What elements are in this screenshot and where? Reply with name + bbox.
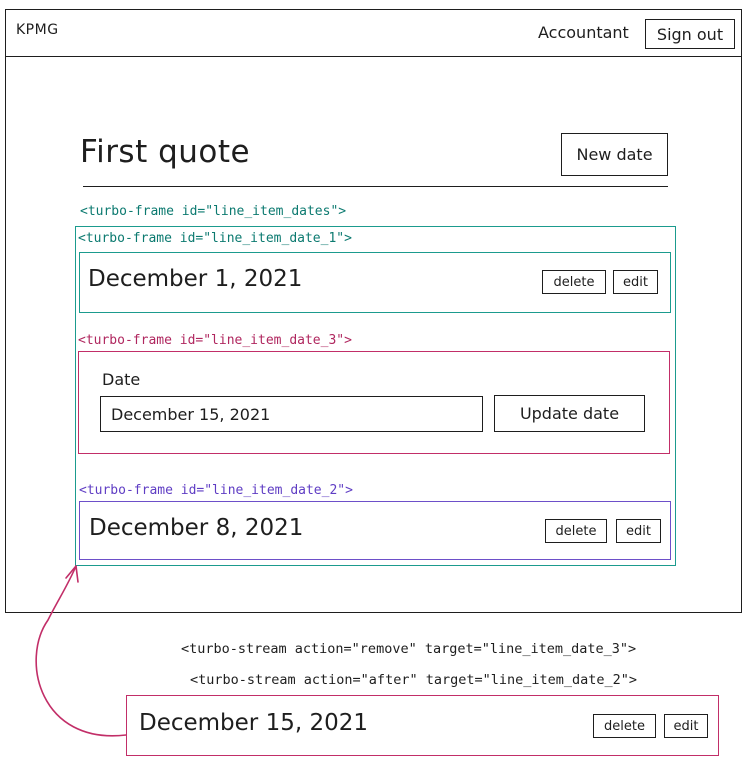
insertion-arrow-path — [35, 565, 127, 737]
insertion-arrow — [35, 565, 127, 737]
